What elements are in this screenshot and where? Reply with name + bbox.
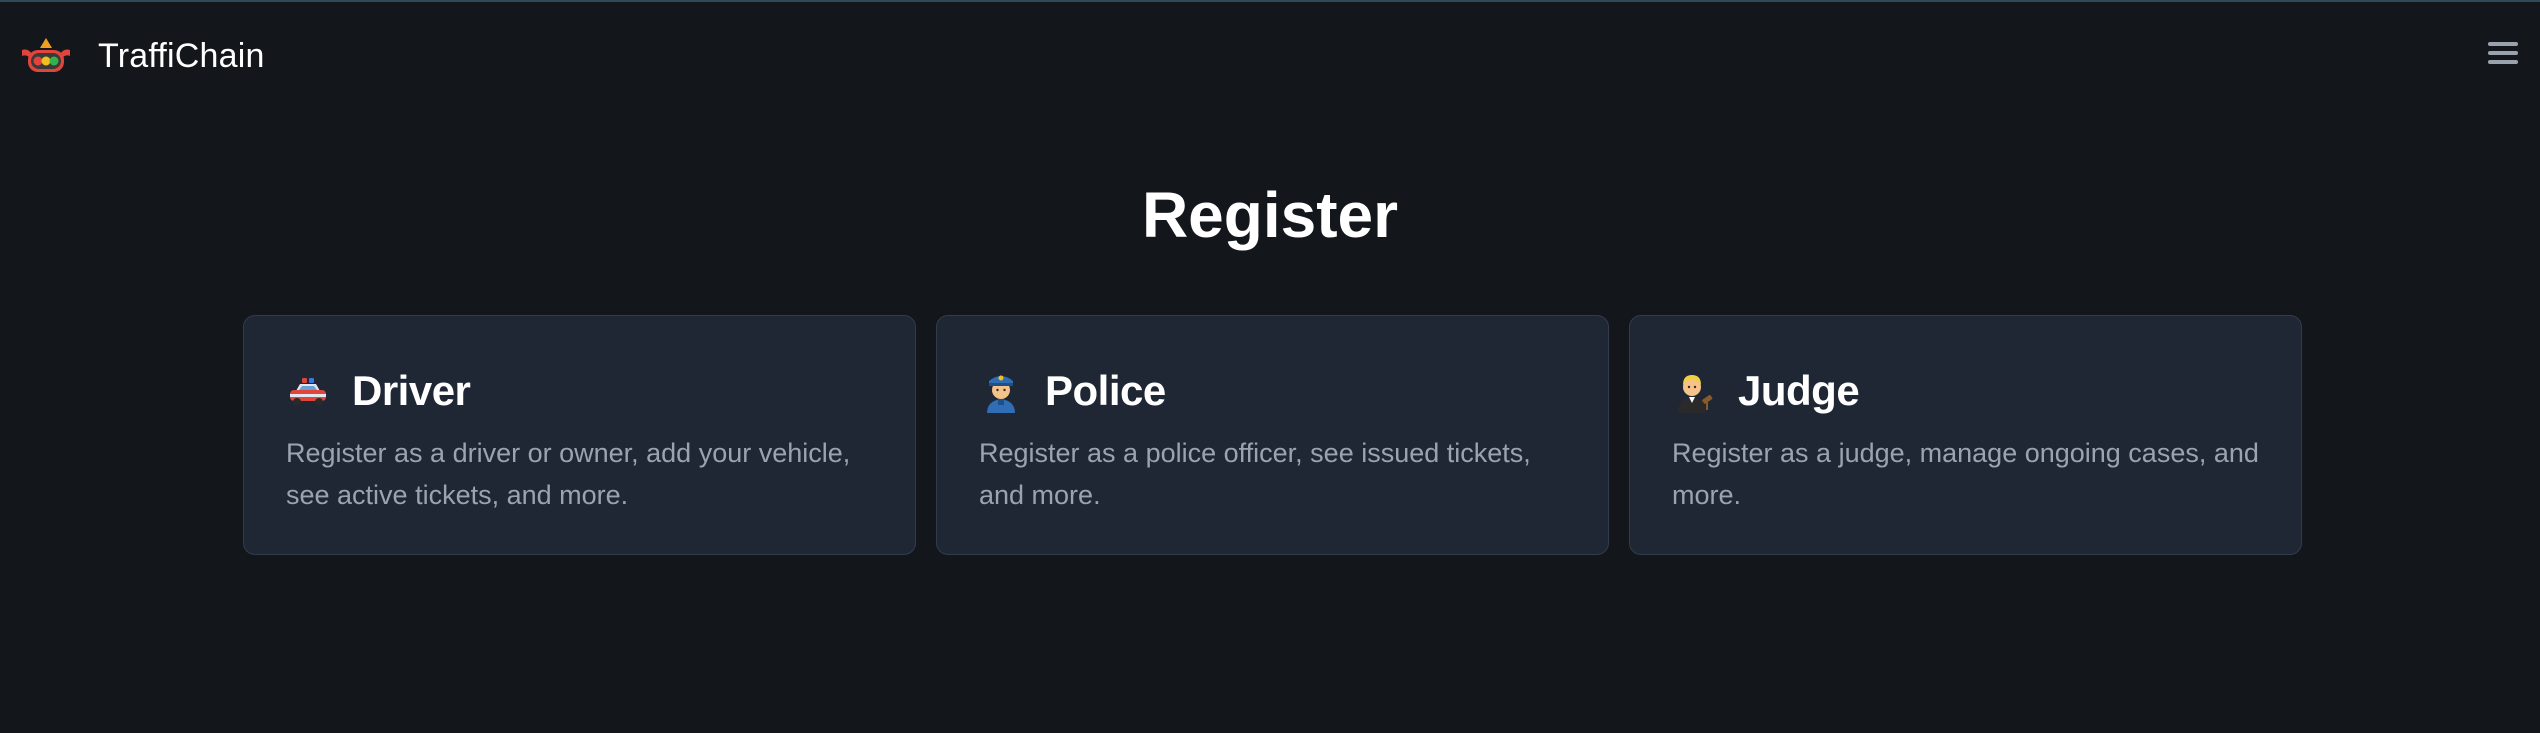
driver-card[interactable]: Driver Register as a driver or owner, ad… xyxy=(243,315,916,555)
card-title: Police xyxy=(1045,367,1166,414)
navbar: TraffiChain xyxy=(0,2,2540,110)
card-description: Register as a driver or owner, add your … xyxy=(286,438,851,510)
card-header: Driver xyxy=(286,366,873,416)
traffic-light-icon xyxy=(22,38,70,72)
card-description: Register as a police officer, see issued… xyxy=(979,438,1531,510)
role-cards: Driver Register as a driver or owner, ad… xyxy=(243,315,2302,555)
police-card[interactable]: Police Register as a police officer, see… xyxy=(936,315,1609,555)
police-officer-icon xyxy=(987,375,1015,413)
brand-name: TraffiChain xyxy=(98,36,265,75)
card-header: Police xyxy=(979,366,1566,416)
hamburger-menu-icon[interactable] xyxy=(2486,36,2520,70)
card-title: Driver xyxy=(352,367,471,414)
card-description: Register as a judge, manage ongoing case… xyxy=(1672,438,2259,510)
police-car-icon xyxy=(290,378,326,406)
judge-icon xyxy=(1678,375,1713,413)
judge-card[interactable]: Judge Register as a judge, manage ongoin… xyxy=(1629,315,2302,555)
page-title: Register xyxy=(1141,179,1399,251)
brand-link[interactable]: TraffiChain xyxy=(18,30,265,82)
card-title: Judge xyxy=(1738,367,1860,414)
card-header: Judge xyxy=(1672,366,2259,416)
